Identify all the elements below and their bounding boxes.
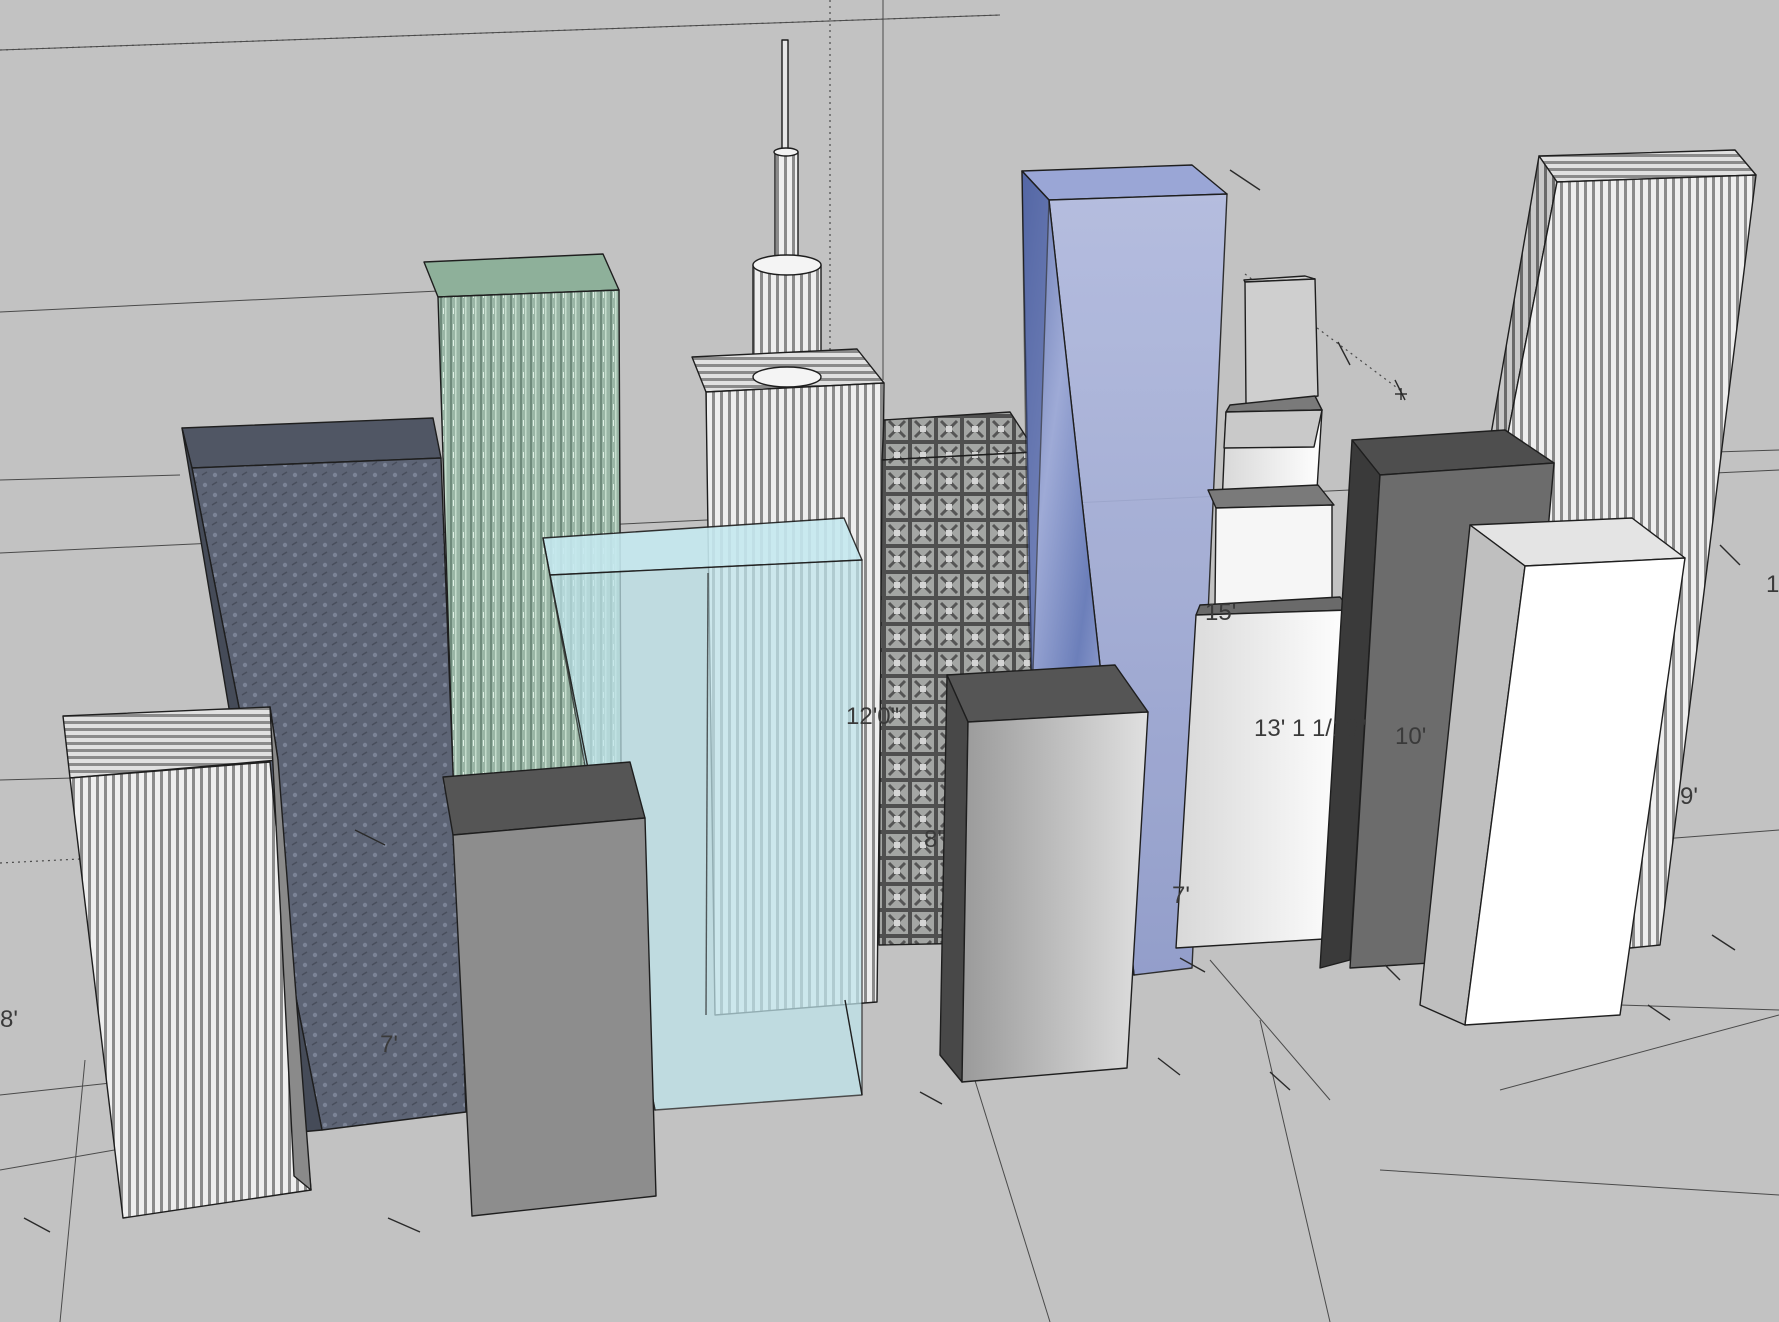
3d-model-scene[interactable]: 8' 7' 12'0" 8' 15' 13' 1 1/16" 7' 10' 9'…: [0, 0, 1779, 1322]
dim-grid-tower-height: 12'0": [846, 703, 899, 730]
dim-white-tower-height: 9': [1680, 783, 1698, 810]
dim-charcoal-tower-height: 10': [1395, 723, 1426, 750]
dim-grid-tower-base: 8': [924, 826, 942, 853]
dim-stepped-tower-height: 13' 1 1/16": [1254, 715, 1367, 742]
dim-glass-tower-base: 7': [1172, 882, 1190, 909]
sketchup-viewport[interactable]: 8' 7' 12'0" 8' 15' 13' 1 1/16" 7' 10' 9'…: [0, 0, 1779, 1322]
dim-far-right-height: 1: [1766, 571, 1779, 598]
dim-left-building-height: 8': [0, 1006, 18, 1033]
dim-dark-tower-height: 7': [380, 1031, 398, 1058]
front-grey-block[interactable]: [442, 761, 657, 1217]
middle-white-block[interactable]: [939, 664, 1149, 1083]
dim-stepped-tower-top: 15': [1205, 599, 1236, 626]
